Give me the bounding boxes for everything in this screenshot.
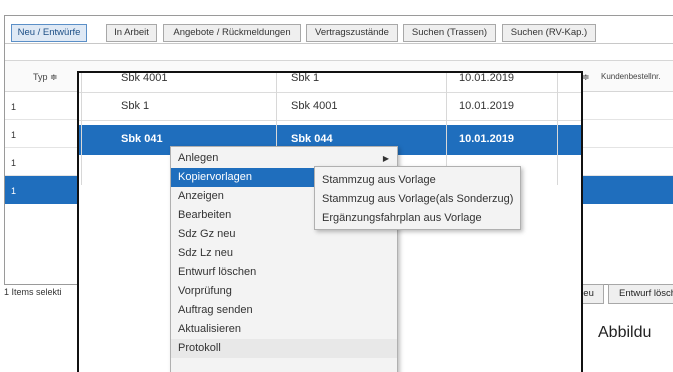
kopiervorlagen-submenu: Stammzug aus Vorlage Stammzug aus Vorlag…	[314, 166, 521, 230]
cell-typ: 1	[11, 158, 17, 168]
figure-caption: Abbildu	[598, 324, 652, 341]
column-divider	[81, 73, 82, 185]
cell-date: 10.01.2019	[459, 100, 515, 112]
tab-neu-entwuerfe[interactable]: Neu / Entwürfe	[11, 24, 87, 42]
column-divider	[557, 73, 558, 185]
tab-bar: Neu / Entwürfe In Arbeit Angebote / Rück…	[5, 22, 673, 44]
table-row[interactable]: Sbk 1 Sbk 4001 10.01.2019	[79, 93, 581, 121]
menu-item-ergaenzungsfahrplan-aus-vorlage[interactable]: Ergänzungsfahrplan aus Vorlage	[315, 209, 520, 228]
cell-start: Sbk 1	[121, 100, 150, 112]
cell-destination: Sbk 044	[291, 133, 333, 145]
column-header-kundenbestellnr[interactable]: Kundenbestellnr.	[601, 72, 661, 81]
menu-item-stammzug-aus-vorlage[interactable]: Stammzug aus Vorlage	[315, 171, 520, 190]
column-header-typ[interactable]: Typ ≑	[33, 72, 58, 83]
cell-typ: 1	[11, 102, 17, 112]
tab-vertragszustaende[interactable]: Vertragszustände	[306, 24, 398, 42]
cell-typ: 1	[11, 130, 17, 140]
menu-item-aktualisieren[interactable]: Aktualisieren	[171, 320, 397, 339]
cell-date: 10.01.2019	[459, 133, 515, 145]
cell-date: 10.01.2019	[459, 72, 515, 84]
tab-suchen-trassen[interactable]: Suchen (Trassen)	[403, 24, 496, 42]
zoom-overlay: Sbk 4001 Sbk 1 10.01.2019 Sbk 1 Sbk 4001…	[77, 71, 583, 372]
cell-typ: 1	[11, 186, 17, 196]
menu-item-auftrag-senden[interactable]: Auftrag senden	[171, 301, 397, 320]
table-row[interactable]: Sbk 4001 Sbk 1 10.01.2019	[79, 72, 581, 93]
tab-in-arbeit[interactable]: In Arbeit	[106, 24, 157, 42]
tab-angebote-rueckmeldungen[interactable]: Angebote / Rückmeldungen	[163, 24, 301, 42]
cell-start: Sbk 4001	[121, 72, 168, 84]
menu-item-sdz-lz-neu[interactable]: Sdz Lz neu	[171, 244, 397, 263]
cell-destination: Sbk 4001	[291, 100, 338, 112]
cell-start: Sbk 041	[121, 133, 163, 145]
sort-icon[interactable]: ≑	[582, 72, 590, 83]
menu-item-protokoll[interactable]: Protokoll	[171, 339, 397, 358]
menu-item-entwurf-loeschen[interactable]: Entwurf löschen	[171, 263, 397, 282]
cell-destination: Sbk 1	[291, 72, 320, 84]
menu-item-vorpruefung[interactable]: Vorprüfung	[171, 282, 397, 301]
tab-suchen-rv-kap[interactable]: Suchen (RV-Kap.)	[502, 24, 596, 42]
selection-count-label: 1 Items selekti	[4, 287, 62, 297]
menu-item-stammzug-aus-vorlage-sonderzug[interactable]: Stammzug aus Vorlage(als Sonderzug)	[315, 190, 520, 209]
entwurf-loeschen-button[interactable]: Entwurf lösch	[608, 284, 673, 304]
